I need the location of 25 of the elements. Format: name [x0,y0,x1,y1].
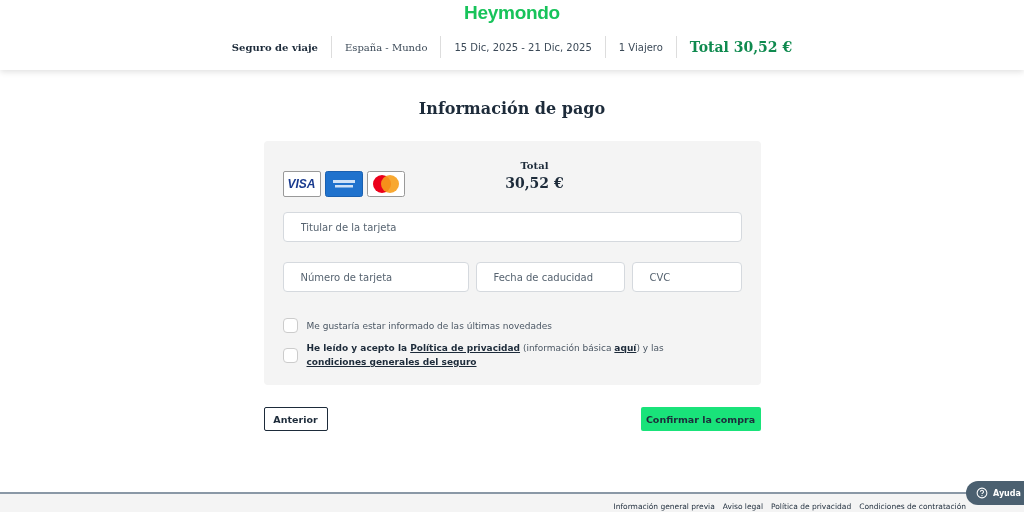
input-field[interactable]: CVC [631,262,742,292]
input-field[interactable]: Número de tarjeta [282,262,469,292]
trip-summary-item: España - Mundo [344,41,429,53]
consent-link[interactable]: aquí [614,343,637,353]
back-button[interactable]: Anterior [263,407,328,431]
checkbox[interactable] [282,347,298,363]
checkbox[interactable] [282,318,298,333]
cardholder-field[interactable]: Titular de la tarjeta [282,212,742,242]
total-label: Total [519,160,550,171]
help-button[interactable]: Ayuda [966,481,1024,505]
input-field[interactable]: Fecha de caducidad [475,262,625,292]
help-icon [976,487,988,499]
consent-text: Me gustaría estar informado de las últimas novedades [306,319,552,333]
trip-summary-item: 15 Dic, 2025 - 21 Dic, 2025 [453,41,593,53]
page-title: Información de pago [418,99,606,118]
confirm-purchase-button[interactable]: Confirmar la compra [640,407,761,431]
mastercard-icon [366,171,405,197]
consent-link[interactable]: condiciones generales del seguro [306,357,477,367]
trip-total: Total 30,52 € [688,39,793,55]
trip-summary-item: Seguro de viaje [231,41,319,53]
visa-logo: VISA [282,171,321,197]
consent-link[interactable]: Política de privacidad [410,343,520,353]
total-amount: 30,52 € [504,175,565,191]
trip-summary-item: 1 Viajero [617,41,664,53]
consent-text: He leído y acepto la Política de privacidad (información básica aquí) y las condiciones generales del seguro [306,342,665,369]
